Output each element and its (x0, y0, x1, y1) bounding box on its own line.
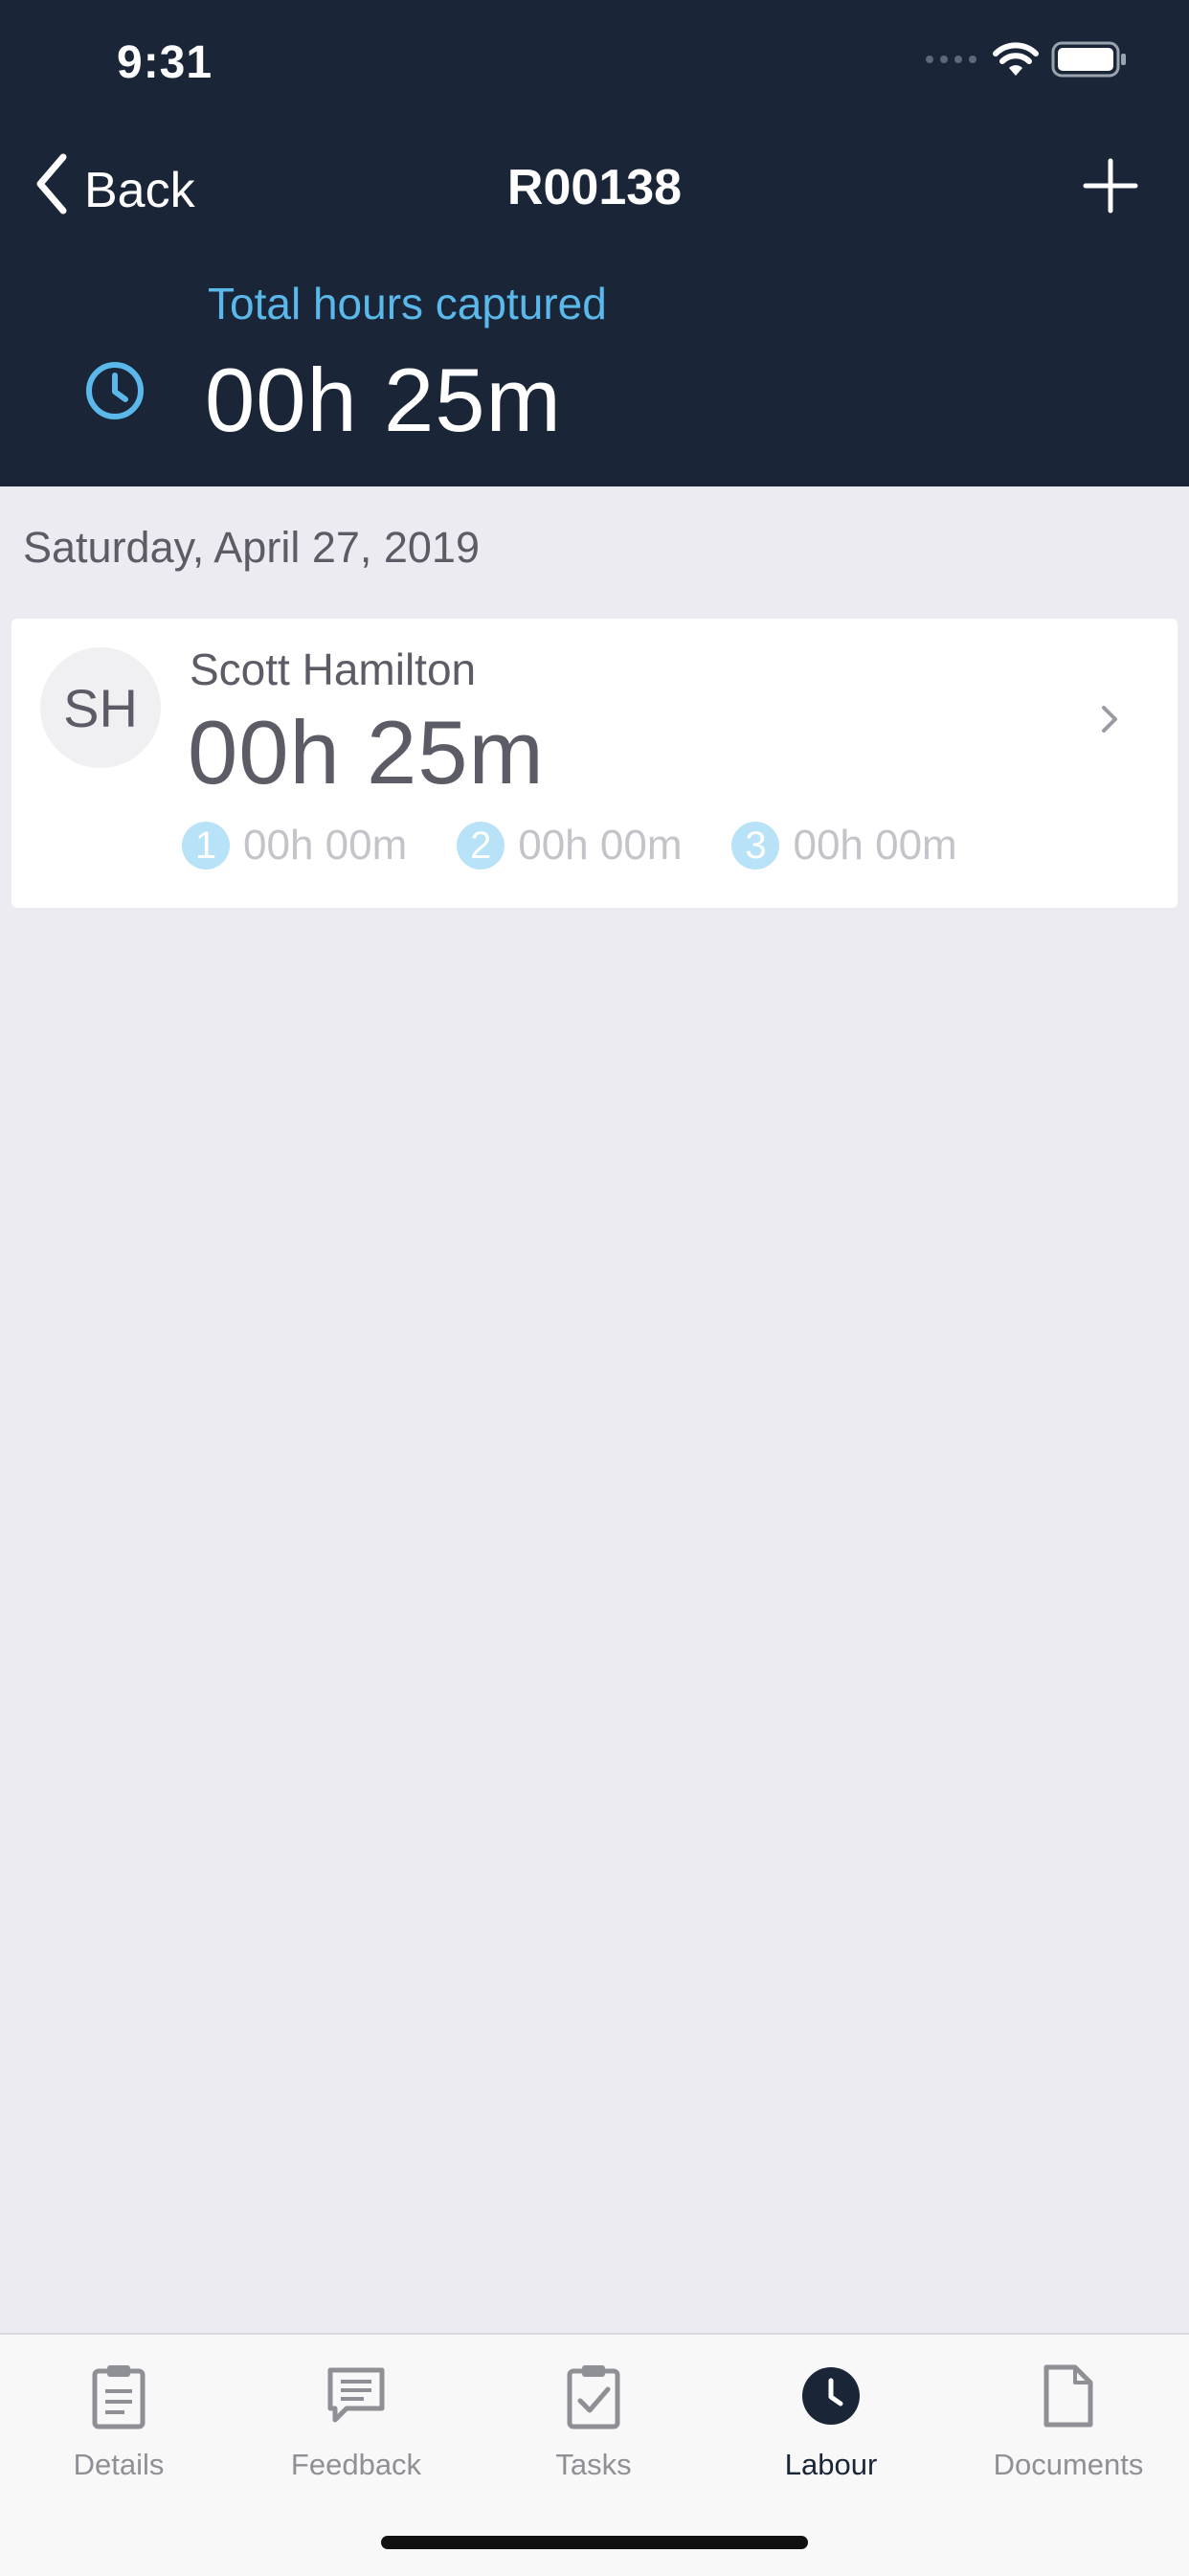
hours-breakdown: 1 00h 00m 2 00h 00m 3 00h 00m (182, 822, 957, 870)
breakdown-item: 2 00h 00m (457, 822, 682, 870)
labour-entry-card[interactable]: SH Scott Hamilton 00h 25m 1 00h 00m 2 00… (11, 619, 1178, 908)
plus-icon (1082, 158, 1139, 218)
status-icons (925, 41, 1128, 82)
breakdown-item: 3 00h 00m (731, 822, 957, 870)
total-hours-label: Total hours captured (208, 279, 607, 328)
breakdown-number-badge: 1 (182, 822, 230, 870)
clock-icon (84, 360, 146, 426)
tab-tasks[interactable]: Tasks (475, 2358, 712, 2482)
tab-details[interactable]: Details (0, 2358, 237, 2482)
clipboard-icon (90, 2358, 147, 2434)
page-title: R00138 (506, 160, 683, 215)
breakdown-value: 00h 00m (518, 822, 683, 869)
home-indicator (381, 2536, 808, 2549)
tab-label: Details (73, 2448, 165, 2481)
breakdown-number-badge: 2 (457, 822, 505, 870)
avatar: SH (40, 647, 161, 768)
tab-feedback[interactable]: Feedback (237, 2358, 475, 2482)
wifi-icon (992, 41, 1040, 82)
clock-icon (800, 2358, 862, 2434)
status-time: 9:31 (117, 37, 213, 88)
breakdown-value: 00h 00m (793, 822, 957, 869)
header: 9:31 Back R00138 Total hours captured 00… (0, 0, 1189, 486)
battery-icon (1051, 41, 1128, 82)
tab-documents[interactable]: Documents (950, 2358, 1187, 2482)
document-icon (1043, 2358, 1094, 2434)
signal-icon (925, 53, 980, 71)
breakdown-item: 1 00h 00m (182, 822, 407, 870)
feedback-icon (325, 2358, 387, 2434)
person-name: Scott Hamilton (190, 644, 477, 694)
avatar-initials: SH (63, 677, 138, 738)
tab-label: Labour (784, 2448, 878, 2481)
tab-label: Tasks (555, 2448, 632, 2481)
tab-label: Feedback (290, 2448, 422, 2481)
add-button[interactable] (1082, 157, 1139, 215)
person-hours: 00h 25m (188, 702, 545, 802)
tab-label: Documents (993, 2448, 1144, 2481)
breakdown-value: 00h 00m (243, 822, 408, 869)
total-hours-value: 00h 25m (205, 350, 562, 450)
breakdown-number-badge: 3 (731, 822, 780, 870)
date-section-header: Saturday, April 27, 2019 (23, 523, 480, 572)
clipboard-check-icon (565, 2358, 622, 2434)
tab-labour[interactable]: Labour (712, 2358, 950, 2482)
chevron-right-icon (1101, 705, 1118, 738)
